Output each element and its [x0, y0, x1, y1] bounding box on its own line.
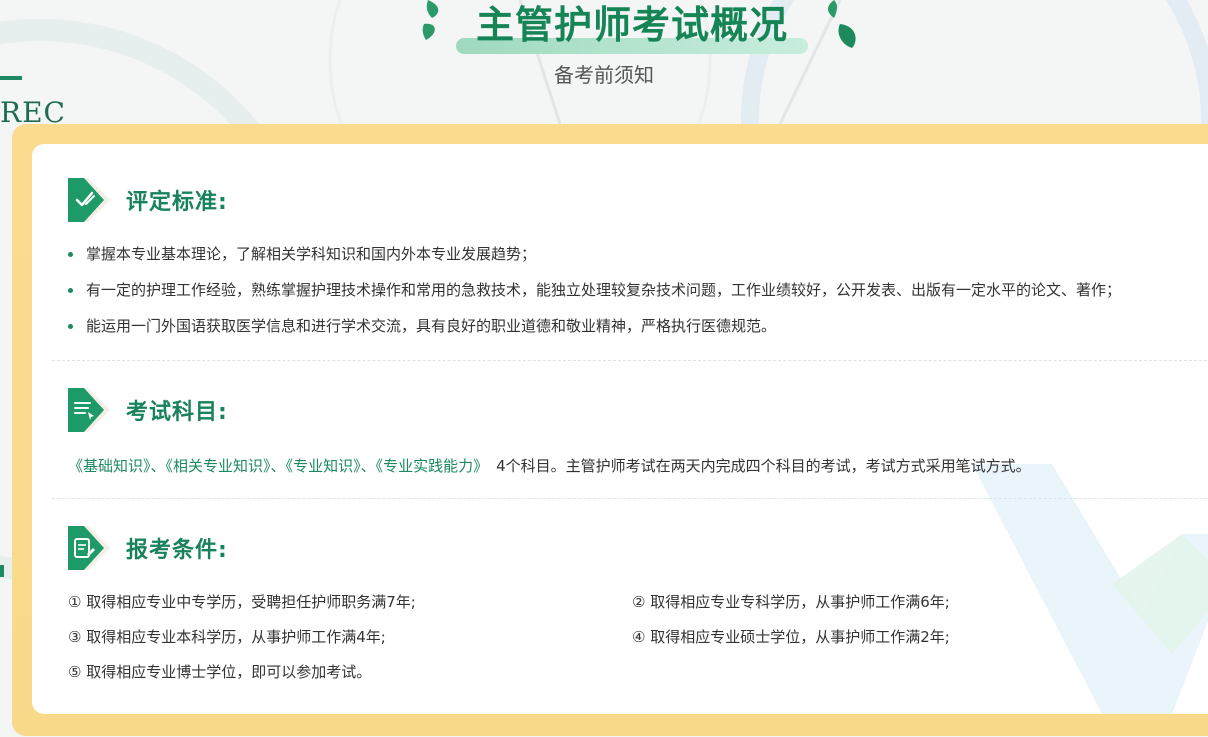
- subject-separator: 、: [150, 457, 166, 475]
- section-divider: [52, 498, 1208, 499]
- subjects-line: 《基础知识》、《相关专业知识》、《专业知识》、《专业实践能力》 4个科目。主管护师…: [68, 456, 1031, 476]
- list-item: 掌握本专业基本理论，了解相关学科知识和国内外本专业发展趋势；: [68, 244, 536, 264]
- page-title: 主管护师考试概况: [475, 3, 788, 47]
- hero-title-block: 主管护师考试概况: [456, 0, 808, 54]
- subject-practice-ability: 《专业实践能力》: [375, 457, 489, 475]
- leaf-right-icon: [828, 0, 856, 48]
- subject-professional-knowledge: 《专业知识》: [285, 457, 361, 475]
- subject-related-knowledge: 《相关专业知识》: [165, 457, 271, 475]
- condition-item: ① 取得相应专业中专学历，受聘担任护师职务满7年;: [68, 593, 416, 611]
- subject-basic-knowledge: 《基础知识》: [68, 457, 151, 475]
- subject-separator: 、: [360, 457, 376, 475]
- leaf-left-icon: [422, 0, 439, 40]
- overview-card: 评定标准: 掌握本专业基本理论，了解相关学科知识和国内外本专业发展趋势； 有一定…: [32, 144, 1208, 714]
- clipboard-pen-icon: [68, 526, 110, 570]
- subjects-section-header: 考试科目:: [66, 386, 228, 434]
- checkmark-pen-icon: [68, 178, 110, 222]
- list-item: 有一定的护理工作经验，熟练掌握护理技术操作和常用的急救技术，能独立处理较复杂技术…: [68, 280, 1121, 300]
- subject-separator: 、: [270, 457, 286, 475]
- condition-item: ⑤ 取得相应专业博士学位，即可以参加考试。: [68, 663, 372, 681]
- criteria-section-title: 评定标准:: [126, 190, 228, 215]
- criteria-section-header: 评定标准:: [66, 176, 228, 224]
- condition-item: ③ 取得相应专业本科学历，从事护师工作满4年;: [68, 628, 386, 646]
- section-divider: [52, 360, 1208, 361]
- document-list-icon: [68, 388, 110, 432]
- page-subtitle: 备考前须知: [554, 63, 654, 87]
- side-accent-bar-lower: [0, 565, 4, 577]
- subjects-description: 4个科目。主管护师考试在两天内完成四个科目的考试，考试方式采用笔试方式。: [496, 457, 1031, 475]
- condition-item: ② 取得相应专业专科学历，从事护师工作满6年;: [632, 593, 950, 611]
- conditions-section-header: 报考条件:: [66, 524, 228, 572]
- conditions-section-title: 报考条件:: [126, 538, 228, 563]
- subjects-section-title: 考试科目:: [126, 400, 228, 425]
- list-item: 能运用一门外国语获取医学信息和进行学术交流，具有良好的职业道德和敬业精神，严格执…: [68, 316, 776, 336]
- condition-item: ④ 取得相应专业硕士学位，从事护师工作满2年;: [632, 628, 950, 646]
